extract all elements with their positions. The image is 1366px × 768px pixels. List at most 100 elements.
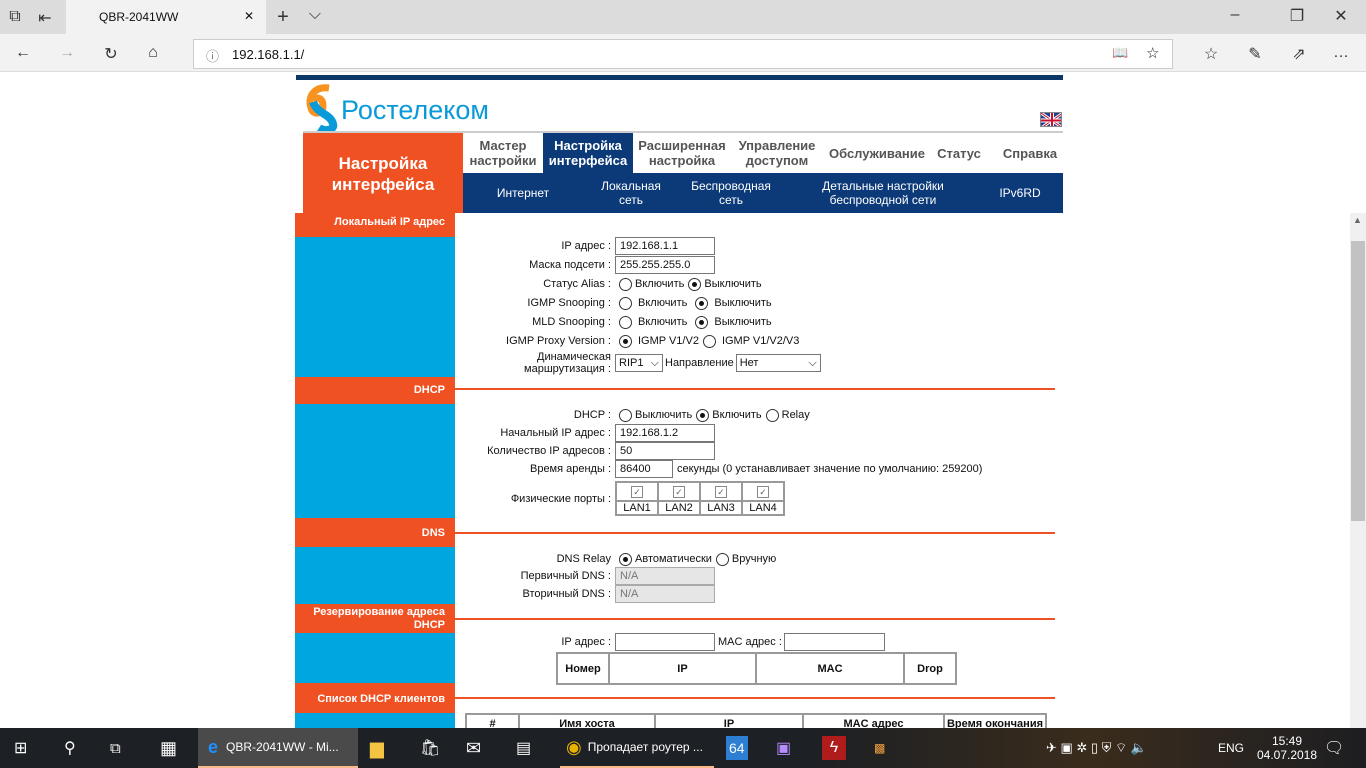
notes-icon[interactable]: ✎ [1240,44,1270,64]
clock[interactable]: 15:49 04.07.2018 [1257,728,1317,768]
logo-text: Ростелеком [341,95,489,125]
lan2-checkbox[interactable]: ✓ [673,485,685,498]
cpu-z-icon[interactable]: ▣ [776,728,791,768]
tab-wizard[interactable]: Мастер настройки [463,133,543,173]
favorites-hub-icon[interactable]: ☆ [1196,44,1226,64]
dns-manual-radio[interactable] [715,552,729,566]
section-reserve-header: Резервирование адреса DHCP [295,604,455,633]
reserve-mac-input[interactable] [783,633,885,651]
more-icon[interactable]: … [1326,44,1356,62]
app-icon[interactable]: ▩ [874,728,885,768]
reserve-ip-input[interactable] [615,633,715,651]
subtab-ipv6rd[interactable]: IPv6RD [983,173,1057,213]
mld-on-radio[interactable] [619,315,632,329]
tray-icons[interactable]: ✈ ▣ ✲ ▯ ⛨ ⌔ 🔈 [1046,728,1147,768]
dhcp-label: DHCP : [573,409,611,421]
subtab-wireless[interactable]: Беспроводная сеть [681,173,781,213]
reading-view-icon[interactable]: 📖 [1112,45,1128,61]
proxy-v3-radio[interactable] [702,334,716,348]
lan3-checkbox[interactable]: ✓ [715,485,727,498]
address-bar[interactable]: ⓘ 192.168.1.1/ 📖 ☆ [193,39,1173,69]
ports-table: ✓ ✓ ✓ ✓ LAN1 LAN2 LAN3 LAN4 [615,481,785,516]
chevron-down-icon[interactable]: ⌵ [300,6,330,24]
scrollbar-thumb[interactable] [1351,241,1365,521]
proxy-v2-radio[interactable] [619,334,632,348]
tab-maintenance[interactable]: Обслуживание [823,133,931,173]
minimize-icon[interactable]: – [1220,6,1250,24]
section-clients-header: Список DHCP клиентов [295,683,455,713]
subtab-internet[interactable]: Интернет [473,173,573,213]
tab-access[interactable]: Управление доступом [731,133,823,173]
store-icon[interactable]: 🛍 [420,728,440,768]
section-dns-header: DNS [295,518,455,547]
direction-select[interactable]: Нет ⌵ [735,354,821,372]
secondary-dns-input[interactable]: N/A [615,585,715,603]
maximize-icon[interactable]: ❐ [1282,6,1312,26]
rip-select[interactable]: RIP1 ⌵ [615,354,663,372]
ip-address-input[interactable]: 192.168.1.1 [615,237,715,255]
task-view-icon[interactable]: ⧉ [110,728,121,768]
subtab-wireless-advanced[interactable]: Детальные настройки беспроводной сети [803,173,963,213]
chrome-icon: ◉ [566,736,582,757]
primary-dns-label: Первичный DNS : [520,570,611,582]
port-label: LAN2 [657,500,701,516]
search-icon[interactable]: ⚲ [64,728,76,768]
taskbar-edge[interactable]: e QBR-2041WW - Mi... [198,728,358,768]
tab-help[interactable]: Справка [993,133,1067,173]
forward-icon[interactable]: → [52,44,82,62]
lan1-checkbox[interactable]: ✓ [631,485,643,498]
tab-status[interactable]: Статус [931,133,987,173]
network-tool-icon[interactable]: ▤ [516,728,531,768]
home-icon[interactable]: ⌂ [138,44,168,62]
taskbar-chrome[interactable]: ◉ Пропадает роутер ... [560,728,714,768]
file-explorer-icon[interactable]: ▆ [370,728,384,768]
mail-icon[interactable]: ✉ [466,728,481,768]
ip-count-label: Количество IP адресов : [487,445,611,457]
alias-on-radio[interactable] [619,277,632,291]
subtab-lan[interactable]: Локальная сеть [581,173,681,213]
scroll-up-icon[interactable]: ▲ [1353,215,1362,225]
share-icon[interactable]: ⇗ [1284,44,1314,64]
favorite-star-icon[interactable]: ☆ [1146,44,1159,62]
browser-tab-strip: ⧉ ⇤ QBR-2041WW ✕ + ⌵ – ❐ ✕ [0,0,1366,34]
subnet-mask-input[interactable]: 255.255.255.0 [615,256,715,274]
radio-label: Выключить [714,297,772,309]
new-tab-icon[interactable]: + [268,6,298,29]
close-window-icon[interactable]: ✕ [1326,6,1356,26]
language-indicator[interactable]: ENG [1218,728,1244,768]
browser-tab[interactable]: QBR-2041WW ✕ [66,0,266,34]
primary-dns-input[interactable]: N/A [615,567,715,585]
dns-auto-radio[interactable] [619,552,632,566]
igmp-on-radio[interactable] [619,296,632,310]
flash-icon[interactable]: ϟ [822,736,846,760]
dhcp-relay-radio[interactable] [765,408,779,422]
aida64-icon[interactable]: 64 [726,736,748,760]
start-ip-input[interactable]: 192.168.1.2 [615,424,715,442]
radio-label: Включить [635,278,685,290]
calculator-icon[interactable]: ▦ [160,728,177,768]
set-aside-tabs-icon[interactable]: ⇤ [30,8,60,28]
lease-time-input[interactable]: 86400 [615,460,673,478]
dhcp-off-radio[interactable] [619,408,632,422]
refresh-icon[interactable]: ↻ [96,44,126,64]
close-tab-icon[interactable]: ✕ [244,9,254,23]
start-windows-icon[interactable]: ⊞ [14,728,27,768]
tab-interface-setup[interactable]: Настройка интерфейса [543,133,633,173]
lan4-checkbox[interactable]: ✓ [757,485,769,498]
dhcp-on-radio[interactable] [696,408,710,422]
ip-count-input[interactable]: 50 [615,442,715,460]
tab-manager-icon[interactable]: ⧉ [0,8,30,26]
mld-off-radio[interactable] [695,315,709,329]
reserve-ip-label: IP адрес : [561,636,611,648]
radio-label: Вручную [731,553,777,565]
tab-advanced[interactable]: Расширенная настройка [633,133,731,173]
page-title: Настройка интерфейса [303,133,463,213]
sub-navigation: Интернет Локальная сеть Беспроводная сеть … [463,173,1063,213]
back-icon[interactable]: ← [8,44,38,62]
notifications-icon[interactable]: 🗨 [1324,728,1344,768]
english-flag-icon[interactable] [1040,112,1062,127]
mask-label: Маска подсети : [529,259,611,271]
igmp-off-radio[interactable] [695,296,709,310]
alias-off-radio[interactable] [688,277,702,291]
radio-label: Relay [781,409,810,421]
